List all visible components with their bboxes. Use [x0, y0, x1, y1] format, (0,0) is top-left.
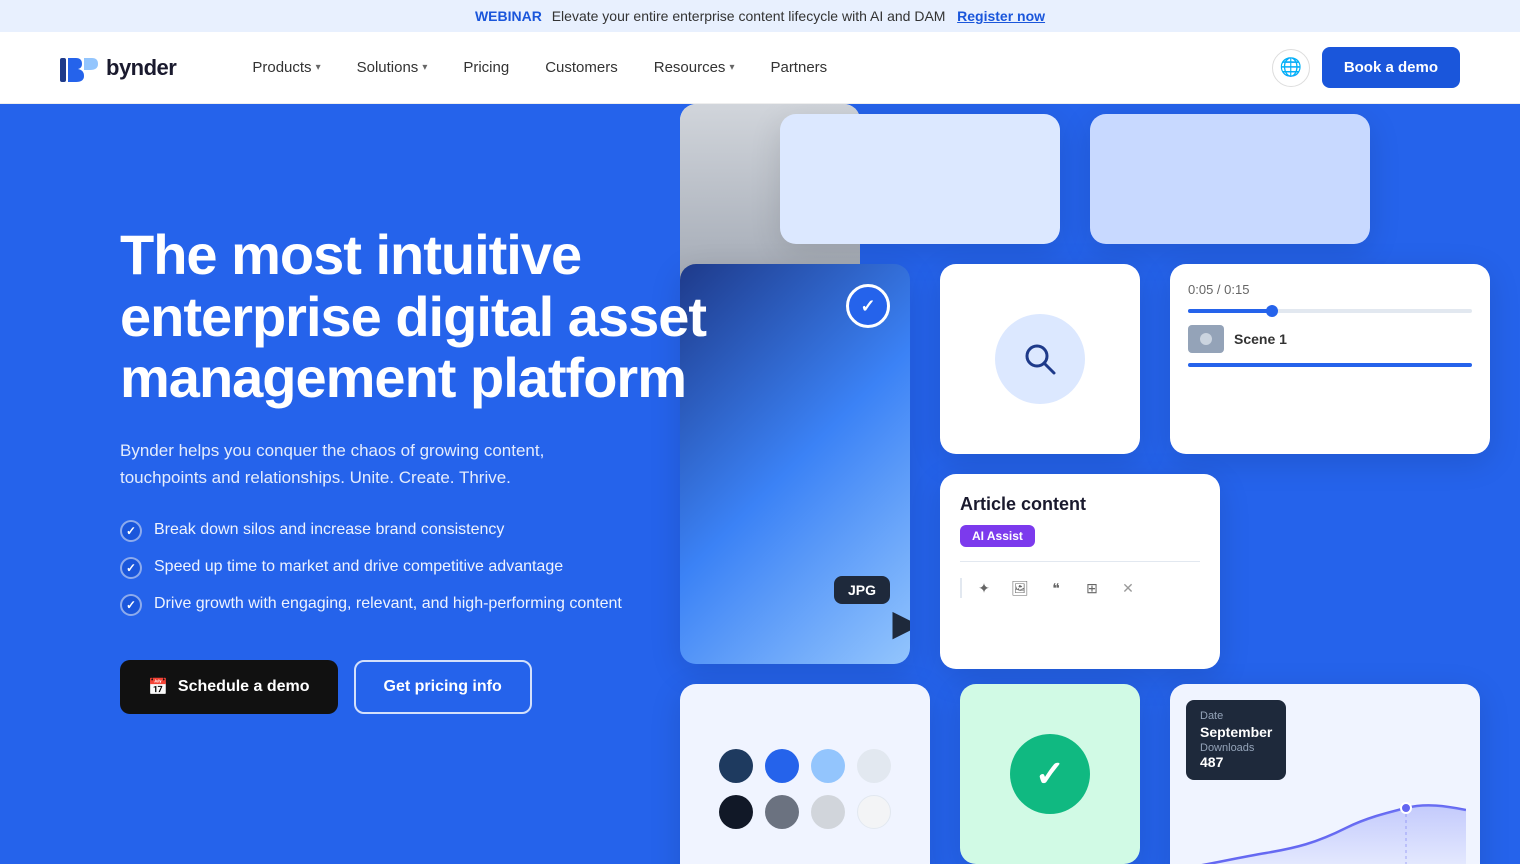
features-list: Break down silos and increase brand cons… [120, 519, 740, 616]
get-pricing-button[interactable]: Get pricing info [354, 660, 532, 714]
color-grid [719, 749, 891, 829]
calendar-icon: 📅 [148, 677, 168, 697]
check-icon-1 [120, 520, 142, 542]
chart-svg [1186, 788, 1466, 864]
hero-section: The most intuitive enterprise digital as… [0, 104, 1520, 864]
chevron-down-icon: ▾ [316, 62, 321, 73]
chart-month: September [1200, 724, 1272, 740]
check-icon-2 [120, 557, 142, 579]
webinar-label: WEBINAR [475, 8, 542, 24]
color-dot-6 [765, 795, 799, 829]
chevron-down-icon: ▾ [729, 62, 734, 73]
announcement-bar: WEBINAR Elevate your entire enterprise c… [0, 0, 1520, 32]
color-dot-3 [811, 749, 845, 783]
nav-links: Products ▾ Solutions ▾ Pricing Customers… [236, 51, 1271, 84]
card-top-right [1090, 114, 1370, 244]
scene-thumbnail [1188, 325, 1224, 353]
logo-text: bynder [106, 55, 176, 81]
feature-text-2: Speed up time to market and drive compet… [154, 556, 563, 578]
nav-item-partners[interactable]: Partners [754, 51, 843, 84]
ai-assist-badge: AI Assist [960, 525, 1035, 547]
timeline-bar [1188, 309, 1472, 313]
check-selected-icon: ✓ [846, 284, 890, 328]
hero-right: ✓ JPG ▶ 0:05 / 0:15 [680, 104, 1520, 864]
quote-icon[interactable]: ❝ [1042, 574, 1070, 602]
search-icon [1020, 339, 1060, 379]
green-check-circle: ✓ [1010, 734, 1090, 814]
check-icon-3 [120, 594, 142, 616]
search-circle [995, 314, 1085, 404]
hero-left: The most intuitive enterprise digital as… [120, 164, 740, 804]
hero-subtitle: Bynder helps you conquer the chaos of gr… [120, 437, 600, 491]
bynder-logo-icon [60, 54, 98, 82]
sparkle-icon[interactable]: ✦ [970, 574, 998, 602]
card-timeline: 0:05 / 0:15 Scene 1 [1170, 264, 1490, 454]
feature-item-3: Drive growth with engaging, relevant, an… [120, 593, 740, 616]
navbar: bynder Products ▾ Solutions ▾ Pricing Cu… [0, 32, 1520, 104]
nav-item-solutions[interactable]: Solutions ▾ [341, 51, 444, 84]
card-top-mid [780, 114, 1060, 244]
chevron-down-icon: ▾ [422, 62, 427, 73]
timeline-time: 0:05 / 0:15 [1188, 282, 1472, 297]
color-dot-2 [765, 749, 799, 783]
timeline-bottom-bar [1188, 363, 1472, 367]
logo[interactable]: bynder [60, 54, 176, 82]
chart-downloads-label: Downloads [1200, 742, 1272, 754]
nav-item-pricing[interactable]: Pricing [447, 51, 525, 84]
nav-right: 🌐 Book a demo [1272, 47, 1460, 88]
close-icon[interactable]: ✕ [1114, 574, 1142, 602]
card-search [940, 264, 1140, 454]
toolbar-divider [960, 578, 962, 598]
checkmark-icon: ✓ [1035, 753, 1065, 795]
color-dot-4 [857, 749, 891, 783]
timeline-progress [1188, 309, 1273, 313]
schedule-demo-button[interactable]: 📅 Schedule a demo [120, 660, 338, 714]
feature-item-2: Speed up time to market and drive compet… [120, 556, 740, 579]
card-green-check: ✓ [960, 684, 1140, 864]
card-chart: Date September Downloads 487 [1170, 684, 1480, 864]
hero-title: The most intuitive enterprise digital as… [120, 224, 740, 409]
article-title: Article content [960, 494, 1200, 515]
table-icon[interactable]: ⊞ [1078, 574, 1106, 602]
color-dot-7 [811, 795, 845, 829]
feature-text-3: Drive growth with engaging, relevant, an… [154, 593, 622, 615]
globe-icon: 🌐 [1280, 57, 1302, 78]
article-toolbar: ✦ 🖼 ❝ ⊞ ✕ [960, 561, 1200, 602]
scene-label: Scene 1 [1234, 331, 1287, 347]
chart-line-area: 👆 [1186, 788, 1464, 864]
chart-downloads-value: 487 [1200, 754, 1272, 770]
chart-date-label: Date [1200, 710, 1272, 722]
hero-buttons: 📅 Schedule a demo Get pricing info [120, 660, 740, 714]
jpg-badge: JPG [834, 576, 890, 604]
announcement-text: Elevate your entire enterprise content l… [552, 8, 946, 24]
register-link[interactable]: Register now [957, 8, 1045, 24]
nav-item-resources[interactable]: Resources ▾ [638, 51, 751, 84]
timeline-scene: Scene 1 [1188, 325, 1472, 353]
cursor-icon: ▶ [892, 602, 910, 644]
feature-text-1: Break down silos and increase brand cons… [154, 519, 504, 541]
language-button[interactable]: 🌐 [1272, 49, 1310, 87]
chart-tooltip: Date September Downloads 487 [1186, 700, 1286, 780]
image-icon[interactable]: 🖼 [1006, 574, 1034, 602]
card-article: Article content AI Assist ✦ 🖼 ❝ ⊞ ✕ [940, 474, 1220, 669]
nav-item-products[interactable]: Products ▾ [236, 51, 336, 84]
feature-item-1: Break down silos and increase brand cons… [120, 519, 740, 542]
book-demo-button[interactable]: Book a demo [1322, 47, 1460, 88]
color-dot-8 [857, 795, 891, 829]
nav-item-customers[interactable]: Customers [529, 51, 634, 84]
